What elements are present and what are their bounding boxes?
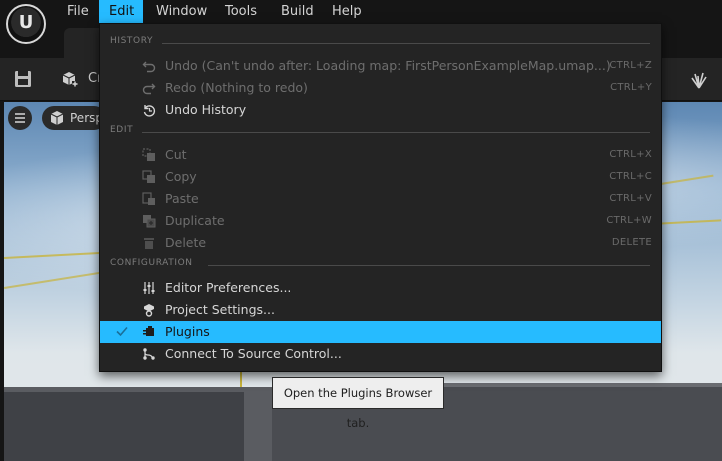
- create-cube-icon: [62, 72, 78, 87]
- undo-history-menu-item[interactable]: Undo History: [100, 99, 661, 121]
- undo-history-icon: [143, 105, 156, 117]
- menu-tools[interactable]: Tools: [215, 0, 267, 24]
- checkmark-icon: [116, 326, 128, 337]
- shortcut-label: CTRL+X: [609, 149, 652, 160]
- menu-bar: U File Edit Window Tools Build Help: [0, 0, 722, 44]
- undo-menu-item[interactable]: Undo (Can't undo after: Loading map: Fir…: [100, 55, 661, 77]
- copy-menu-item[interactable]: Copy CTRL+C: [100, 166, 661, 188]
- shortcut-label: CTRL+Z: [609, 60, 652, 71]
- unreal-engine-logo-icon[interactable]: U: [6, 4, 46, 44]
- cube-icon: [50, 111, 64, 125]
- section-header-history: HISTORY: [110, 36, 650, 50]
- divider: [142, 132, 650, 133]
- create-button[interactable]: Cr: [58, 66, 102, 92]
- menu-item-label: Redo (Nothing to redo): [165, 80, 308, 95]
- menu-item-label: Duplicate: [165, 213, 225, 228]
- menu-help[interactable]: Help: [322, 0, 372, 24]
- menu-edit[interactable]: Edit: [99, 0, 143, 24]
- menu-file[interactable]: File: [57, 0, 99, 24]
- paste-icon: [142, 192, 155, 205]
- shortcut-label: CTRL+V: [609, 193, 652, 204]
- menu-item-label: Delete: [165, 235, 207, 250]
- cut-icon: [142, 148, 155, 161]
- plugins-menu-item[interactable]: Plugins: [100, 321, 661, 343]
- foliage-icon[interactable]: [686, 66, 712, 92]
- menu-item-label: Paste: [165, 191, 199, 206]
- menu-item-label: Cut: [165, 147, 187, 162]
- source-control-icon: [143, 348, 155, 360]
- wall-mesh: [4, 392, 244, 461]
- section-label: HISTORY: [110, 36, 154, 46]
- shortcut-label: DELETE: [611, 237, 652, 248]
- shortcut-label: CTRL+W: [606, 215, 652, 226]
- redo-menu-item[interactable]: Redo (Nothing to redo) CTRL+Y: [100, 77, 661, 99]
- delete-menu-item[interactable]: Delete DELETE: [100, 232, 661, 254]
- plugin-icon: [143, 326, 154, 336]
- menu-window[interactable]: Window: [146, 0, 217, 24]
- section-header-configuration: CONFIGURATION: [110, 258, 650, 272]
- undo-icon: [142, 61, 156, 73]
- connect-source-control-menu-item[interactable]: Connect To Source Control...: [100, 343, 661, 365]
- section-label: CONFIGURATION: [110, 258, 193, 268]
- paste-menu-item[interactable]: Paste CTRL+V: [100, 188, 661, 210]
- duplicate-icon: [143, 215, 156, 228]
- menu-item-label: Project Settings...: [165, 302, 275, 317]
- editor-preferences-menu-item[interactable]: Editor Preferences...: [100, 277, 661, 299]
- section-label: EDIT: [110, 125, 134, 135]
- copy-icon: [142, 170, 155, 183]
- shortcut-label: CTRL+Y: [610, 82, 652, 93]
- cut-menu-item[interactable]: Cut CTRL+X: [100, 144, 661, 166]
- plugins-tooltip: Open the Plugins Browser tab.: [272, 377, 444, 430]
- duplicate-menu-item[interactable]: Duplicate CTRL+W: [100, 210, 661, 232]
- menu-item-label: Connect To Source Control...: [165, 346, 342, 361]
- menu-item-label: Editor Preferences...: [165, 280, 292, 295]
- menu-item-label: Plugins: [165, 324, 210, 339]
- menu-item-label: Copy: [165, 169, 197, 184]
- project-settings-icon: [144, 304, 154, 317]
- save-icon[interactable]: [10, 66, 36, 92]
- sliders-icon: [143, 282, 155, 294]
- divider: [208, 265, 650, 266]
- menu-build[interactable]: Build: [271, 0, 324, 24]
- menu-item-label: Undo History: [165, 102, 247, 117]
- divider: [162, 43, 650, 44]
- edit-menu-dropdown: HISTORY Undo (Can't undo after: Loading …: [99, 23, 662, 372]
- section-header-edit: EDIT: [110, 125, 650, 139]
- menu-item-label: Undo (Can't undo after: Loading map: Fir…: [165, 58, 611, 73]
- hamburger-icon[interactable]: [8, 106, 32, 130]
- delete-icon: [144, 238, 154, 249]
- perspective-button[interactable]: Persp: [42, 106, 106, 130]
- shortcut-label: CTRL+C: [609, 171, 652, 182]
- redo-icon: [142, 83, 156, 95]
- project-settings-menu-item[interactable]: Project Settings...: [100, 299, 661, 321]
